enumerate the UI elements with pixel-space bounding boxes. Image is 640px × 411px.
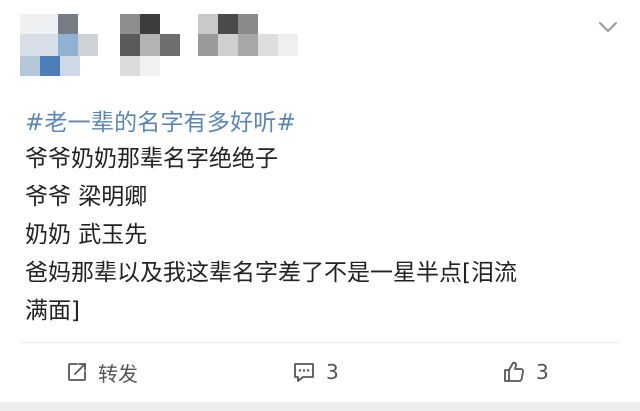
comment-button[interactable]: 3 — [292, 350, 339, 394]
post-line: 爸妈那辈以及我这辈名字差了不是一星半点[泪流 — [25, 260, 517, 286]
post-line: 爷爷奶奶那辈名字绝绝子 — [25, 146, 278, 172]
action-divider — [20, 342, 620, 343]
post-line: 奶奶 武玉先 — [25, 222, 148, 248]
weibo-post-card: #老一辈的名字有多好听# 爷爷奶奶那辈名字绝绝子 爷爷 梁明卿 奶奶 武玉先 爸… — [0, 0, 640, 411]
post-body: 爷爷奶奶那辈名字绝绝子 爷爷 梁明卿 奶奶 武玉先 爸妈那辈以及我这辈名字差了不… — [25, 140, 605, 330]
repost-icon — [68, 363, 86, 381]
chevron-down-icon[interactable] — [598, 20, 618, 34]
blurred-user-header — [0, 0, 320, 90]
thumbs-up-icon — [504, 361, 524, 382]
topic-hashtag-link[interactable]: #老一辈的名字有多好听# — [25, 103, 296, 137]
comment-icon — [294, 363, 314, 382]
like-count: 3 — [536, 360, 549, 384]
comment-count: 3 — [326, 360, 339, 384]
action-bar: 转发 3 3 — [0, 350, 640, 394]
card-bottom-separator — [0, 402, 640, 411]
post-line: 满面] — [25, 298, 80, 324]
post-line: 爷爷 梁明卿 — [25, 184, 148, 210]
repost-button[interactable]: 转发 — [66, 350, 138, 394]
like-button[interactable]: 3 — [502, 350, 549, 394]
repost-label: 转发 — [98, 361, 138, 386]
